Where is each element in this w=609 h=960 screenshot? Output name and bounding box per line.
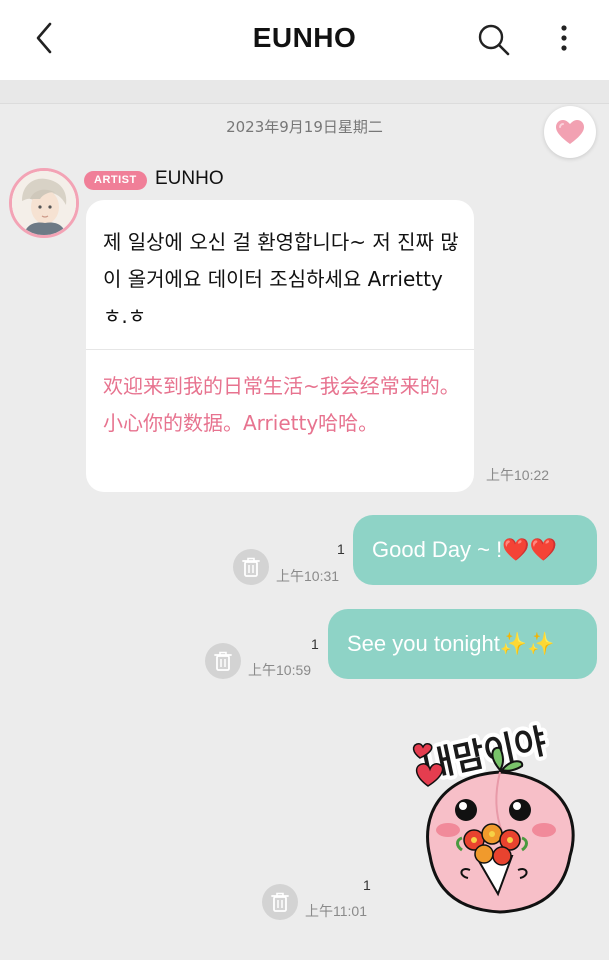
- my-message-bubble[interactable]: Good Day ~ ! ❤️❤️: [353, 515, 597, 585]
- unread-count: 1: [337, 541, 345, 557]
- artist-message-time: 上午10:22: [486, 467, 550, 483]
- trash-icon: [214, 651, 232, 671]
- search-icon: [478, 24, 510, 56]
- message-time: 上午10:31: [276, 568, 340, 584]
- peach-character-illustration: 내맘이야 내맘이야: [412, 718, 575, 914]
- delete-message-button[interactable]: [205, 643, 241, 679]
- message-time: 上午10:59: [248, 662, 312, 678]
- heart-emoji: ❤️❤️: [502, 537, 558, 563]
- trash-icon: [271, 892, 289, 912]
- artist-name: EUNHO: [155, 168, 224, 189]
- unread-count: 1: [311, 636, 319, 652]
- trash-icon: [242, 557, 260, 577]
- delete-message-button[interactable]: [262, 884, 298, 920]
- date-separator: 2023年9月19日星期二: [226, 118, 383, 136]
- reaction-heart-button[interactable]: [544, 106, 596, 158]
- artist-avatar[interactable]: [9, 168, 79, 238]
- message-text: See you tonight: [347, 631, 500, 656]
- delete-message-button[interactable]: [233, 549, 269, 585]
- message-time: 上午11:01: [305, 903, 367, 919]
- translation-divider: [86, 349, 474, 350]
- avatar-illustration: [12, 171, 76, 235]
- artist-badge: ARTIST: [84, 171, 147, 190]
- peach-sticker[interactable]: 내맘이야 내맘이야: [400, 706, 600, 920]
- top-bar: EUNHO: [0, 0, 609, 80]
- more-vertical-icon: [561, 25, 567, 51]
- artist-message-bubble[interactable]: 제 일상에 오신 걸 환영합니다~ 저 진짜 많이 올거에요 데이터 조심하세요…: [86, 200, 474, 492]
- chat-title: EUNHO: [252, 22, 357, 53]
- unread-count: 1: [363, 877, 371, 893]
- message-text-translation: 欢迎来到我的日常生活~我会经常来的。小心你的数据。Arrietty哈哈。: [103, 374, 460, 435]
- heart-icon: [556, 120, 584, 144]
- message-text: Good Day ~ !: [372, 537, 503, 562]
- more-options-button[interactable]: [552, 20, 576, 60]
- my-message-bubble[interactable]: See you tonight ✨✨: [328, 609, 597, 679]
- sparkles-emoji: ✨✨: [499, 631, 555, 657]
- header-shadow-bar: [0, 80, 609, 104]
- message-text-original: 제 일상에 오신 걸 환영합니다~ 저 진짜 많이 올거에요 데이터 조심하세요…: [103, 230, 459, 328]
- search-button[interactable]: [474, 20, 514, 60]
